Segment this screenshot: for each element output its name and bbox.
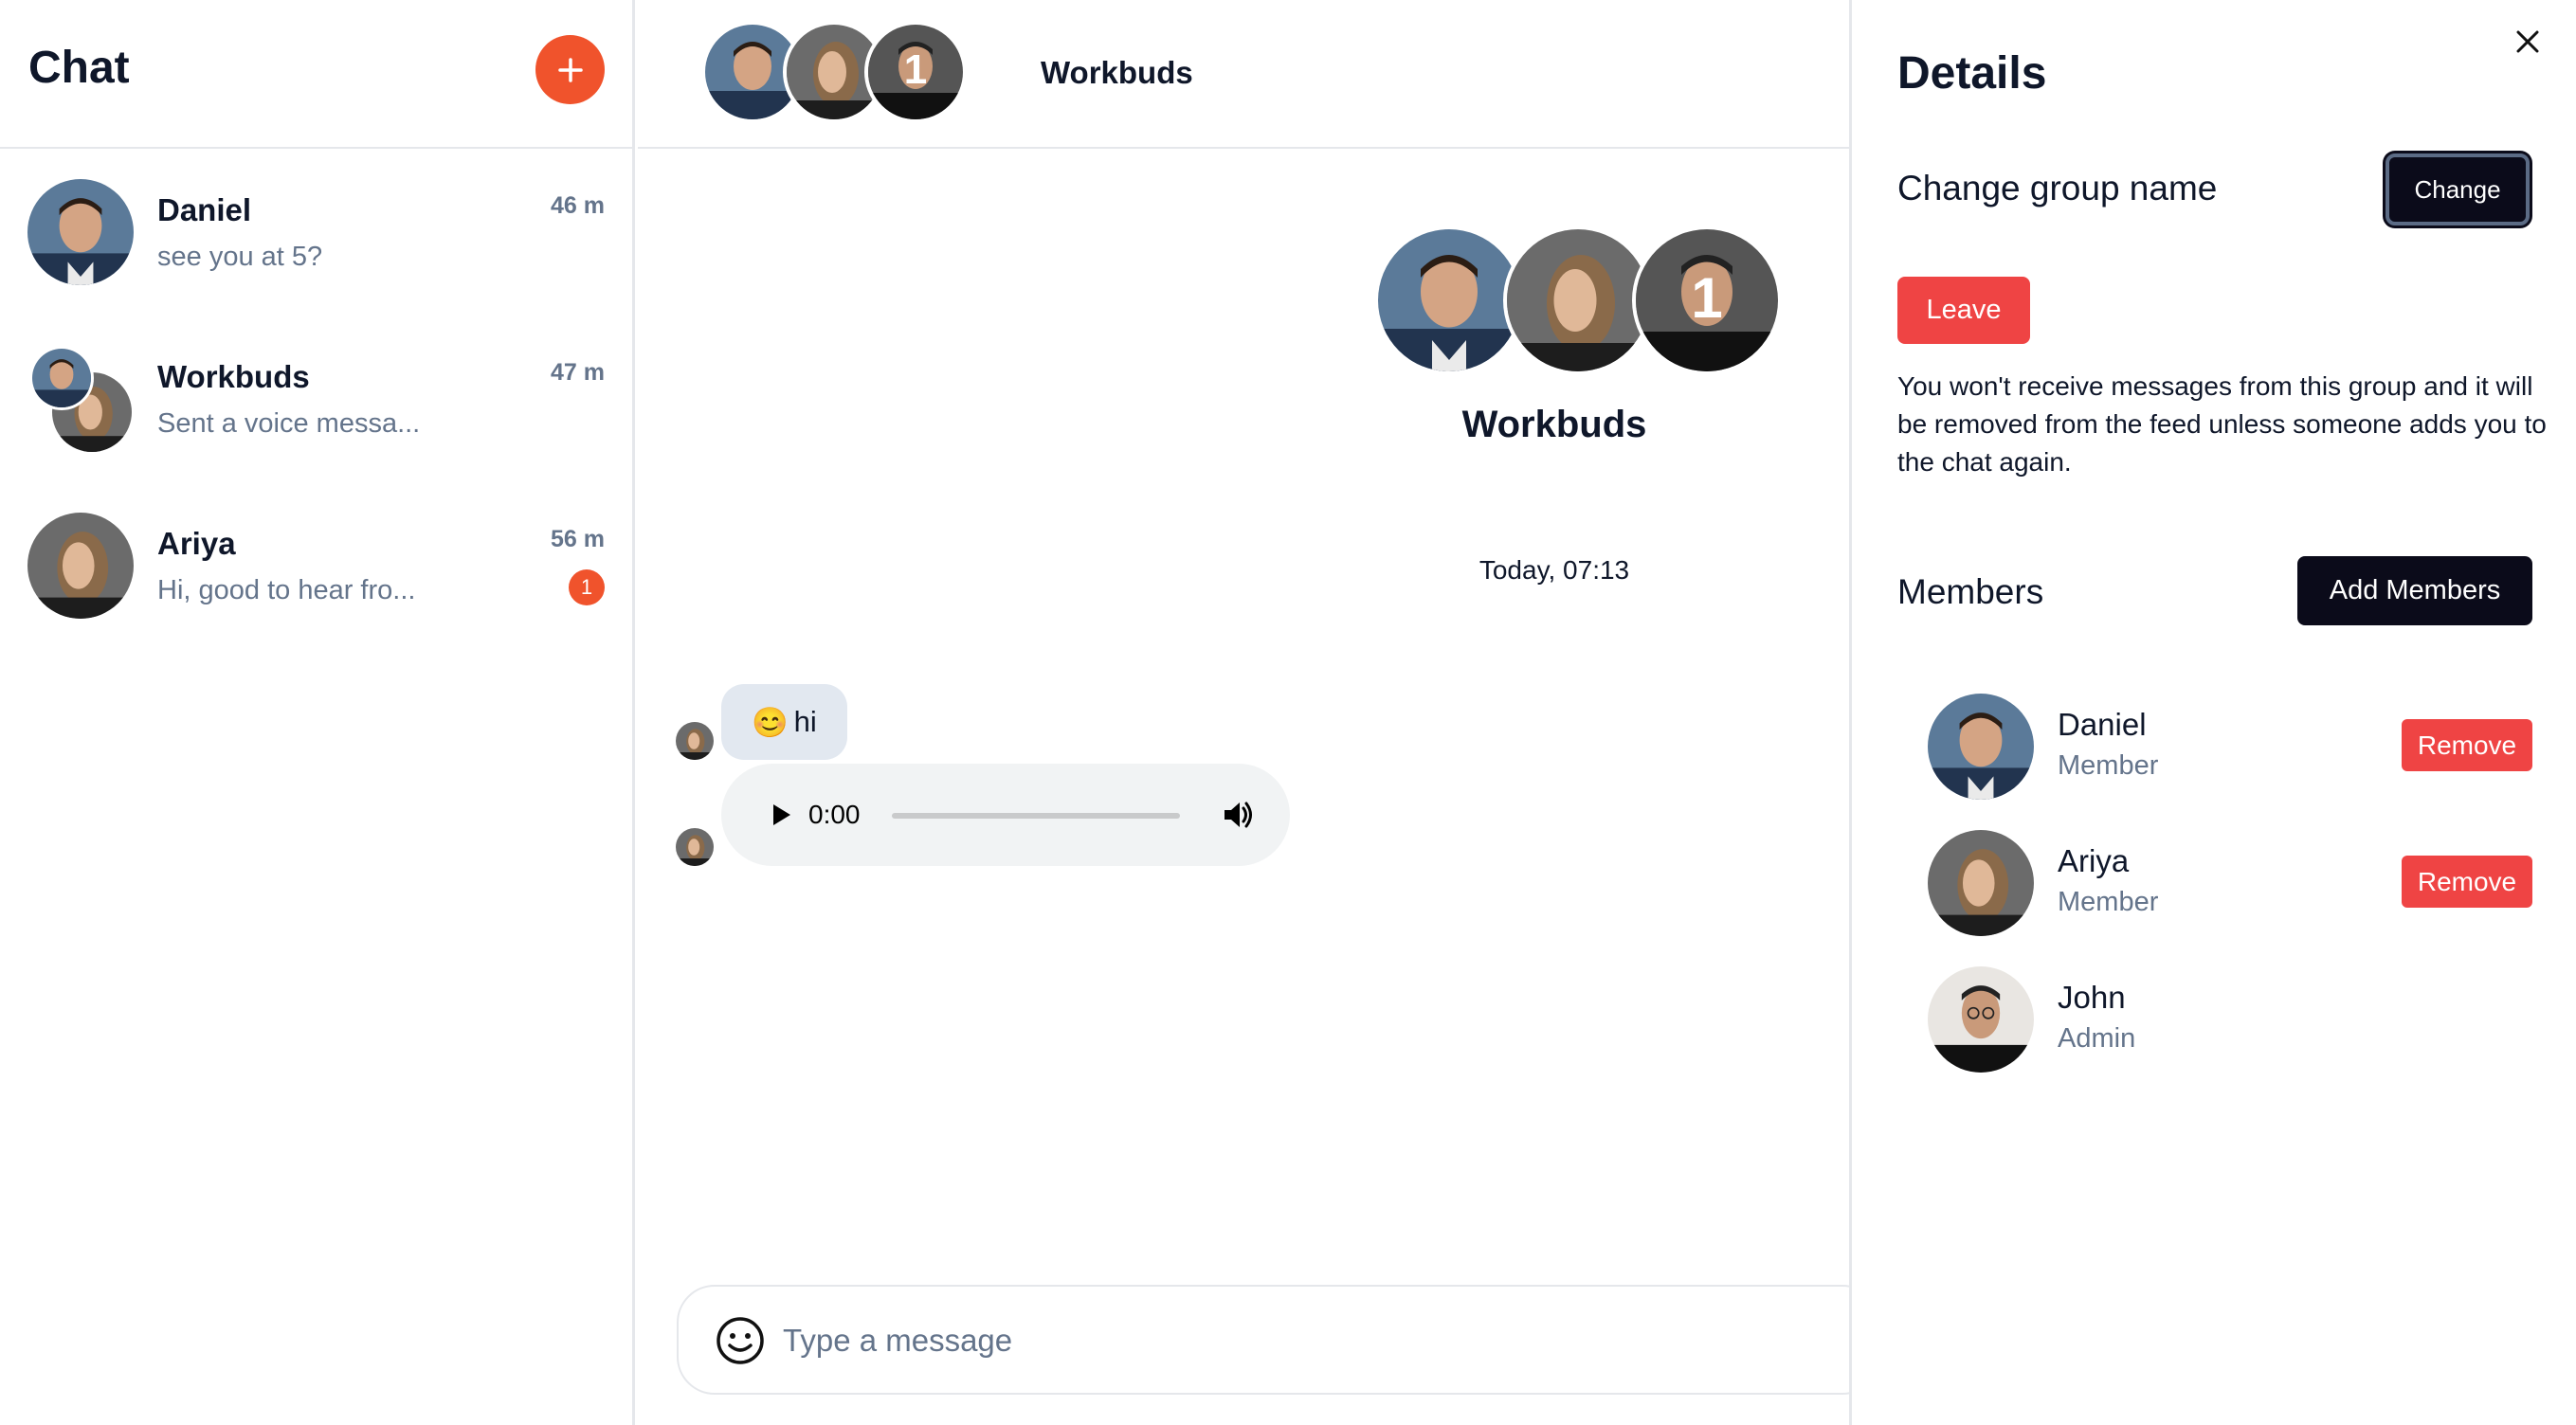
member-role: Member bbox=[2058, 750, 2159, 781]
members-label: Members bbox=[1897, 572, 2044, 611]
avatar bbox=[676, 722, 714, 760]
avatar bbox=[27, 513, 134, 619]
details-title: Details bbox=[1897, 48, 2047, 99]
chat-header-title: Workbuds bbox=[1041, 55, 1193, 90]
remove-member-button[interactable]: Remove bbox=[2402, 856, 2532, 908]
chat-item-daniel[interactable]: Daniel see you at 5? 46 m bbox=[0, 179, 635, 331]
avatar bbox=[1503, 225, 1653, 375]
chat-main: 1 Workbuds 1 Workbuds Today, 07:13 😊 hi … bbox=[638, 0, 1880, 1425]
details-panel: Details Change group name Change Leave Y… bbox=[1849, 0, 2576, 1425]
group-avatar bbox=[27, 346, 134, 452]
remove-member-button[interactable]: Remove bbox=[2402, 719, 2532, 771]
plus-icon bbox=[557, 57, 583, 82]
leave-group-button[interactable]: Leave bbox=[1897, 277, 2030, 344]
sidebar: Chat Daniel see you at 5? 46 m Workbuds … bbox=[0, 0, 635, 1425]
member-role: Admin bbox=[2058, 1023, 2136, 1054]
member-name: Daniel bbox=[2058, 707, 2147, 742]
avatar bbox=[676, 828, 714, 866]
avatar bbox=[1928, 966, 2034, 1073]
avatar: 1 bbox=[864, 21, 967, 123]
member-row: John Admin bbox=[1928, 966, 2496, 1073]
chat-item-ariya[interactable]: Ariya Hi, good to hear fro... 56 m 1 bbox=[0, 513, 635, 664]
change-group-name-label: Change group name bbox=[1897, 169, 2218, 207]
member-role: Member bbox=[2058, 887, 2159, 917]
member-name: Ariya bbox=[2058, 843, 2130, 878]
sidebar-header: Chat bbox=[0, 0, 632, 149]
chat-app: Chat Daniel see you at 5? 46 m Workbuds … bbox=[0, 0, 2576, 1425]
chat-time: 56 m bbox=[551, 526, 605, 552]
avatar: 1 bbox=[1632, 225, 1782, 375]
chat-item-workbuds[interactable]: Workbuds Sent a voice messa... 47 m bbox=[0, 346, 635, 497]
avatar bbox=[27, 179, 134, 285]
audio-seek-bar[interactable] bbox=[892, 813, 1180, 819]
avatar bbox=[29, 346, 94, 410]
member-row: Daniel Member Remove bbox=[1928, 694, 2532, 800]
leave-note: You won't receive messages from this gro… bbox=[1897, 371, 2547, 477]
add-members-button[interactable]: Add Members bbox=[2297, 556, 2532, 625]
message-text: hi bbox=[793, 705, 817, 738]
chat-header: 1 Workbuds bbox=[638, 0, 1851, 149]
svg-text:1: 1 bbox=[1691, 266, 1722, 330]
play-icon[interactable] bbox=[763, 798, 797, 832]
audio-player: 0:00 bbox=[721, 764, 1290, 866]
date-divider: Today, 07:13 bbox=[1478, 555, 1630, 585]
member-row: Ariya Member Remove bbox=[1928, 830, 2532, 936]
volume-icon[interactable] bbox=[1219, 796, 1257, 834]
group-name: Workbuds bbox=[1461, 404, 1647, 445]
close-icon[interactable] bbox=[2511, 25, 2545, 59]
svg-text:1: 1 bbox=[904, 46, 927, 93]
member-name: John bbox=[2058, 980, 2126, 1015]
chat-name: Daniel bbox=[157, 192, 252, 227]
chat-preview: Sent a voice messa... bbox=[157, 408, 421, 439]
group-hero-avatars: 1 bbox=[1374, 225, 1782, 377]
new-chat-button[interactable] bbox=[535, 35, 605, 104]
message-bubble[interactable]: 😊 hi bbox=[721, 684, 847, 760]
message-input[interactable] bbox=[783, 1309, 1825, 1372]
audio-time: 0:00 bbox=[808, 800, 861, 829]
unread-badge: 1 bbox=[569, 569, 605, 605]
chat-preview: Hi, good to hear fro... bbox=[157, 575, 416, 605]
chat-name: Workbuds bbox=[157, 359, 310, 394]
sidebar-title: Chat bbox=[28, 43, 130, 93]
change-group-name-button[interactable]: Change bbox=[2386, 153, 2530, 225]
message-composer bbox=[677, 1285, 1880, 1395]
smile-emoji-icon: 😊 bbox=[752, 705, 789, 739]
avatar bbox=[1928, 694, 2034, 800]
chat-time: 46 m bbox=[551, 192, 605, 219]
avatar bbox=[1374, 225, 1524, 375]
chat-name: Ariya bbox=[157, 526, 236, 561]
emoji-icon[interactable] bbox=[715, 1315, 766, 1366]
chat-preview: see you at 5? bbox=[157, 242, 323, 272]
avatar bbox=[1928, 830, 2034, 936]
chat-time: 47 m bbox=[551, 359, 605, 386]
header-avatar-stack[interactable]: 1 bbox=[701, 21, 986, 123]
